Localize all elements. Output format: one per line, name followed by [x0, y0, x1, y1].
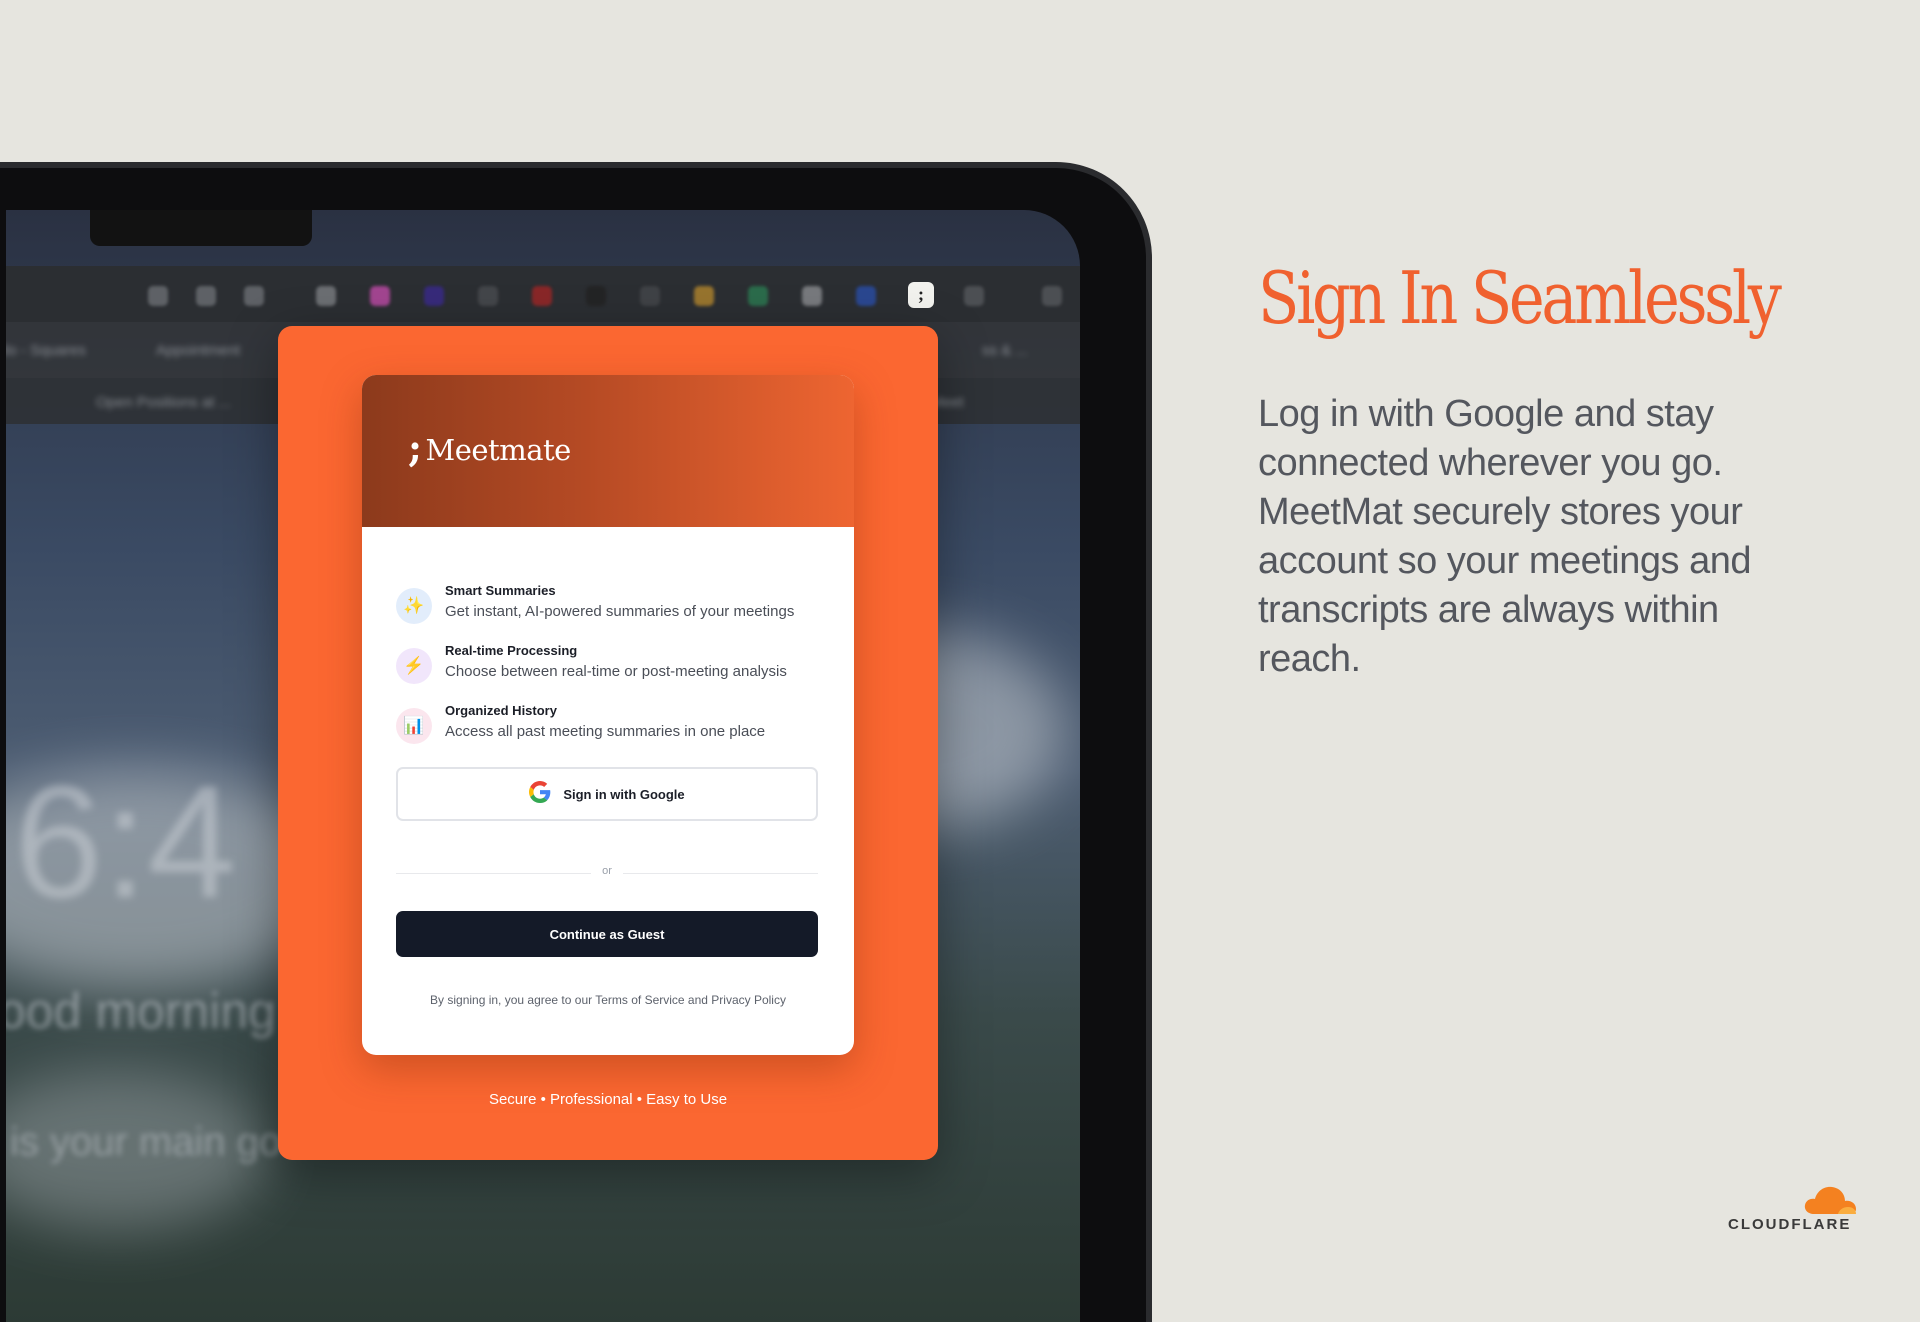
focus-prompt: is your main go: [10, 1120, 282, 1164]
extension-icon[interactable]: [640, 286, 660, 306]
bookmark-item[interactable]: Open Positions at ...: [96, 394, 231, 411]
cloudflare-logo: CLOUDFLARE: [1728, 1184, 1866, 1234]
extension-icon[interactable]: [856, 286, 876, 306]
divider-line: [623, 873, 818, 874]
card-header: ; Meetmate: [362, 375, 854, 527]
extension-icon[interactable]: [424, 286, 444, 306]
sign-in-card: ; Meetmate ✨ Smart Summaries Get instant…: [362, 375, 854, 1055]
semicolon-logo-icon: ;: [408, 425, 422, 470]
google-icon: [529, 780, 551, 808]
shield-icon[interactable]: [316, 286, 336, 306]
clock-display: 6:4: [14, 752, 237, 931]
puzzle-icon[interactable]: [964, 286, 984, 306]
sidebar-icon[interactable]: [1042, 286, 1062, 306]
bar-chart-icon: 📊: [396, 708, 432, 744]
google-button-label: Sign in with Google: [563, 786, 685, 802]
extension-icon[interactable]: [370, 286, 390, 306]
feature-title: Smart Summaries: [445, 583, 556, 598]
headline: Sign In Seamlessly: [1258, 256, 1782, 340]
reload-icon[interactable]: [148, 286, 168, 306]
star-icon[interactable]: [244, 286, 264, 306]
meetmate-logo: ; Meetmate: [408, 425, 572, 470]
terms-notice: By signing in, you agree to our Terms of…: [430, 993, 786, 1007]
extension-icon[interactable]: [748, 286, 768, 306]
browser-tab[interactable]: Appointment: [156, 342, 240, 359]
continue-as-guest-button[interactable]: Continue as Guest: [396, 911, 818, 957]
sparkles-icon: ✨: [396, 588, 432, 624]
extension-icon[interactable]: [802, 286, 822, 306]
browser-tab[interactable]: do - Squares: [6, 342, 86, 359]
google-sign-in-button[interactable]: Sign in with Google: [396, 767, 818, 821]
extension-icon[interactable]: [694, 286, 714, 306]
feature-list: ✨ Smart Summaries Get instant, AI-powere…: [396, 583, 826, 763]
cloud-icon: [1804, 1186, 1856, 1214]
meetmate-extension-icon[interactable]: ;: [908, 282, 934, 308]
popup-tagline: Secure • Professional • Easy to Use: [488, 1091, 728, 1108]
feature-description: Choose between real-time or post-meeting…: [445, 663, 787, 680]
feature-title: Real-time Processing: [445, 643, 578, 658]
brand-name: Meetmate: [425, 433, 572, 467]
feature-item: 📊 Organized History Access all past meet…: [396, 703, 826, 744]
extension-icon[interactable]: [586, 286, 606, 306]
search-icon[interactable]: [196, 286, 216, 306]
feature-description: Access all past meeting summaries in one…: [445, 723, 766, 740]
feature-item: ⚡ Real-time Processing Choose between re…: [396, 643, 826, 684]
extension-icon[interactable]: [532, 286, 552, 306]
feature-item: ✨ Smart Summaries Get instant, AI-powere…: [396, 583, 826, 624]
meetmate-popup: ; Meetmate ✨ Smart Summaries Get instant…: [278, 326, 938, 1160]
feature-title: Organized History: [445, 703, 557, 718]
divider-label: or: [602, 865, 612, 877]
extension-icon[interactable]: [478, 286, 498, 306]
marketing-body: Log in with Google and stay connected wh…: [1258, 393, 1751, 680]
or-divider: or: [396, 865, 818, 881]
cloudflare-wordmark: CLOUDFLARE: [1728, 1216, 1852, 1233]
lightning-icon: ⚡: [396, 648, 432, 684]
greeting-text: ood morning: [6, 983, 276, 1039]
browser-tab[interactable]: ss & ...: [982, 342, 1028, 359]
camera-notch: [90, 210, 312, 246]
feature-description: Get instant, AI-powered summaries of you…: [445, 603, 795, 620]
